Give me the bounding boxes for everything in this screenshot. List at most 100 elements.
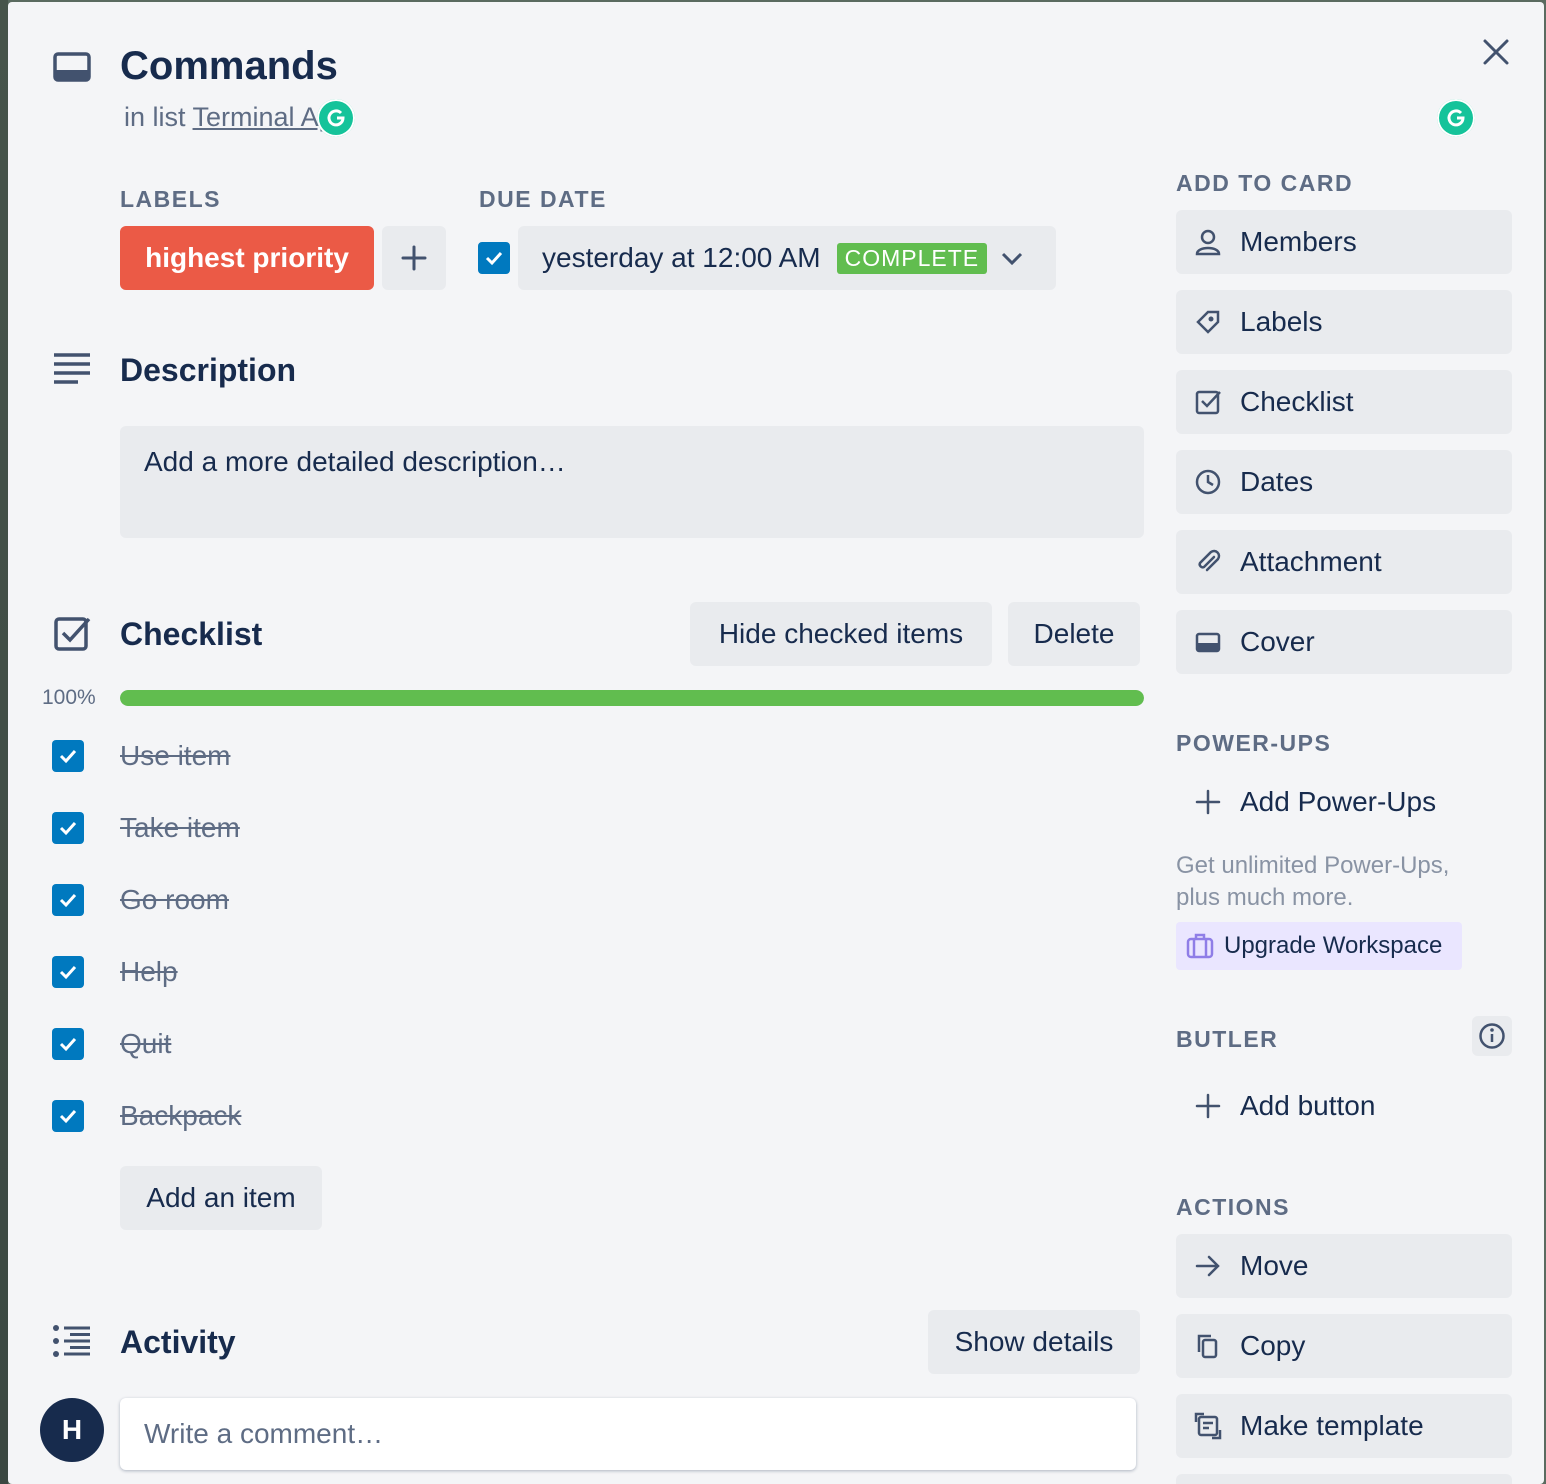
checklist-item[interactable]: Take item bbox=[52, 806, 652, 852]
labels-label: Labels bbox=[1240, 306, 1323, 337]
clock-icon bbox=[1176, 468, 1240, 496]
checklist-item-checkbox[interactable] bbox=[52, 1028, 84, 1060]
checklist-item-checkbox[interactable] bbox=[52, 884, 84, 916]
checkmark-icon bbox=[59, 749, 77, 764]
checklist-item-text[interactable]: Backpack bbox=[120, 1100, 241, 1132]
checkmark-icon bbox=[59, 1037, 77, 1052]
more-actions-button[interactable] bbox=[1176, 1474, 1512, 1484]
plus-icon bbox=[1176, 788, 1240, 816]
powerups-note: Get unlimited Power-Ups, plus much more. bbox=[1176, 852, 1450, 911]
add-butler-button[interactable]: Add button bbox=[1176, 1076, 1512, 1136]
checklist-item-text[interactable]: Go room bbox=[120, 884, 229, 916]
attachment-label: Attachment bbox=[1240, 546, 1382, 577]
card-detail-modal: Commands in list Terminal App LABELS hig… bbox=[8, 2, 1544, 1484]
paperclip-icon bbox=[1176, 548, 1240, 576]
checklist-heading[interactable]: Checklist bbox=[120, 616, 262, 653]
card-title[interactable]: Commands bbox=[120, 44, 338, 89]
dates-button[interactable]: Dates bbox=[1176, 450, 1512, 514]
checklist-item-checkbox[interactable] bbox=[52, 956, 84, 988]
checkmark-icon bbox=[59, 965, 77, 980]
checklist-item[interactable]: Help bbox=[52, 950, 652, 996]
arrow-right-icon bbox=[1176, 1252, 1240, 1280]
copy-button[interactable]: Copy bbox=[1176, 1314, 1512, 1378]
grammarly-icon[interactable] bbox=[1437, 99, 1475, 137]
grammarly-icon[interactable] bbox=[317, 99, 355, 137]
close-icon[interactable] bbox=[1478, 34, 1514, 70]
labels-button[interactable]: Labels bbox=[1176, 290, 1512, 354]
cover-button[interactable]: Cover bbox=[1176, 610, 1512, 674]
delete-checklist-button[interactable]: Delete bbox=[1008, 602, 1140, 666]
card-icon bbox=[52, 48, 92, 88]
add-to-card-heading: ADD TO CARD bbox=[1176, 170, 1354, 196]
make-template-label: Make template bbox=[1240, 1410, 1424, 1441]
move-button[interactable]: Move bbox=[1176, 1234, 1512, 1298]
checkbox-icon bbox=[1176, 388, 1240, 416]
checklist-label: Checklist bbox=[1240, 386, 1354, 417]
add-button-label: Add button bbox=[1240, 1090, 1376, 1121]
card-cover-icon bbox=[1176, 628, 1240, 656]
plus-icon bbox=[1176, 1092, 1240, 1120]
butler-heading: BUTLER bbox=[1176, 1026, 1279, 1052]
checklist-item[interactable]: Use item bbox=[52, 734, 652, 780]
board-backdrop bbox=[0, 0, 8, 1484]
checklist-item-text[interactable]: Quit bbox=[120, 1028, 171, 1060]
person-icon bbox=[1176, 228, 1240, 256]
checkmark-icon bbox=[485, 251, 503, 266]
checklist-item-checkbox[interactable] bbox=[52, 812, 84, 844]
label-highest-priority[interactable]: highest priority bbox=[120, 226, 374, 290]
add-label-button[interactable] bbox=[382, 226, 446, 290]
add-powerups-label: Add Power-Ups bbox=[1240, 786, 1437, 817]
copy-icon bbox=[1176, 1332, 1240, 1360]
checklist-progress-fill bbox=[120, 690, 1144, 706]
make-template-button[interactable]: Make template bbox=[1176, 1394, 1512, 1458]
members-button[interactable]: Members bbox=[1176, 210, 1512, 274]
checklist-button[interactable]: Checklist bbox=[1176, 370, 1512, 434]
checklist-item-text[interactable]: Help bbox=[120, 956, 178, 988]
upgrade-workspace-label: Upgrade Workspace bbox=[1224, 932, 1443, 959]
activity-icon bbox=[52, 1324, 92, 1358]
powerups-heading: POWER-UPS bbox=[1176, 730, 1332, 756]
checkmark-icon bbox=[59, 1109, 77, 1124]
cover-label: Cover bbox=[1240, 626, 1315, 657]
card-list-info: in list Terminal App bbox=[124, 102, 349, 133]
checkmark-icon bbox=[59, 821, 77, 836]
move-label: Move bbox=[1240, 1250, 1309, 1281]
due-date-checkbox[interactable] bbox=[478, 242, 510, 274]
checklist-item-text[interactable]: Use item bbox=[120, 740, 230, 772]
show-details-button[interactable]: Show details bbox=[928, 1310, 1140, 1374]
due-date-button[interactable]: yesterday at 12:00 AM COMPLETE bbox=[518, 226, 1056, 290]
dates-label: Dates bbox=[1240, 466, 1314, 497]
labels-heading: LABELS bbox=[120, 186, 221, 212]
tag-icon bbox=[1176, 308, 1240, 336]
plus-icon bbox=[401, 245, 427, 271]
checklist-item-checkbox[interactable] bbox=[52, 740, 84, 772]
avatar[interactable]: H bbox=[40, 1398, 104, 1462]
add-powerups-button[interactable]: Add Power-Ups bbox=[1176, 772, 1512, 832]
attachment-button[interactable]: Attachment bbox=[1176, 530, 1512, 594]
description-icon bbox=[52, 352, 92, 386]
checklist-item-checkbox[interactable] bbox=[52, 1100, 84, 1132]
due-date-value: yesterday at 12:00 AM bbox=[542, 242, 821, 273]
complete-badge: COMPLETE bbox=[836, 242, 988, 274]
actions-heading: ACTIONS bbox=[1176, 1194, 1290, 1220]
comment-input[interactable]: Write a comment… bbox=[120, 1398, 1136, 1470]
chevron-down-icon bbox=[999, 245, 1025, 271]
copy-label: Copy bbox=[1240, 1330, 1306, 1361]
checklist-item[interactable]: Backpack bbox=[52, 1094, 652, 1140]
checkbox-icon bbox=[52, 614, 92, 654]
template-icon bbox=[1176, 1412, 1240, 1440]
checklist-item-text[interactable]: Take item bbox=[120, 812, 240, 844]
upgrade-workspace-button[interactable]: Upgrade Workspace bbox=[1176, 922, 1462, 970]
description-heading: Description bbox=[120, 352, 297, 388]
activity-heading: Activity bbox=[120, 1324, 236, 1360]
info-icon[interactable] bbox=[1472, 1016, 1512, 1056]
members-label: Members bbox=[1240, 226, 1357, 257]
hide-checked-items-button[interactable]: Hide checked items bbox=[690, 602, 992, 666]
checklist-item[interactable]: Quit bbox=[52, 1022, 652, 1068]
checklist-item[interactable]: Go room bbox=[52, 878, 652, 924]
add-checklist-item-button[interactable]: Add an item bbox=[120, 1166, 322, 1230]
description-placeholder: Add a more detailed description… bbox=[144, 446, 566, 477]
checklist-progress-bar bbox=[120, 690, 1144, 706]
comment-placeholder: Write a comment… bbox=[144, 1418, 384, 1449]
description-input[interactable]: Add a more detailed description… bbox=[120, 426, 1144, 538]
